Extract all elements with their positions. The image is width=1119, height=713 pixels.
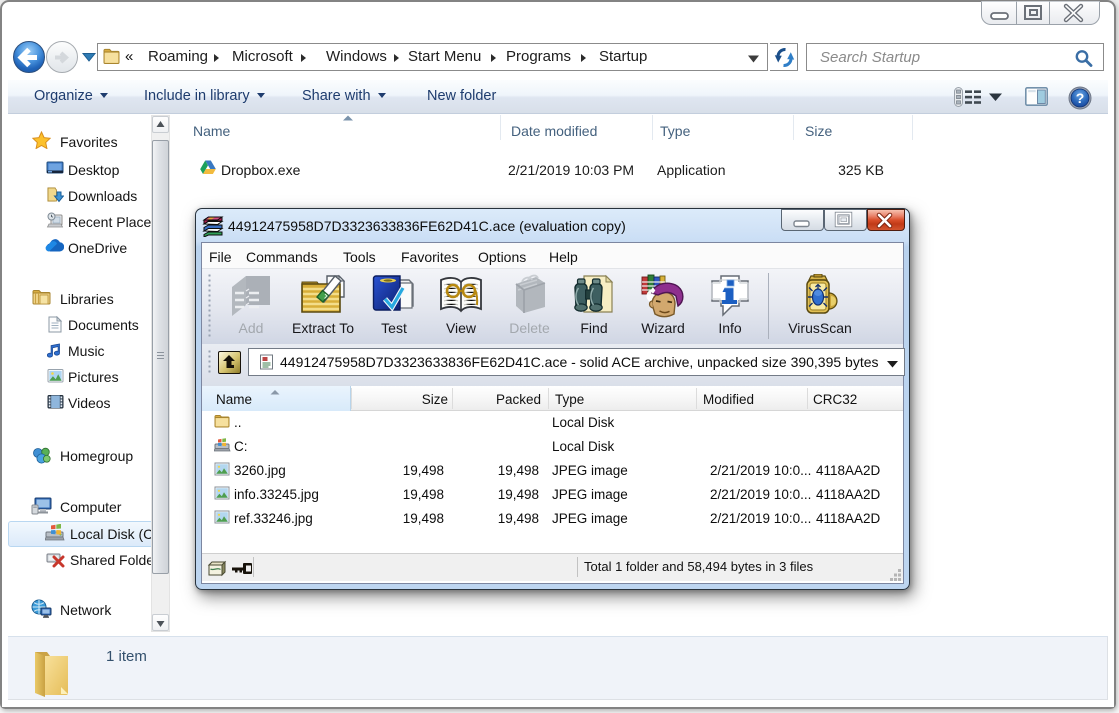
svg-text:?: ? [1076, 90, 1085, 106]
